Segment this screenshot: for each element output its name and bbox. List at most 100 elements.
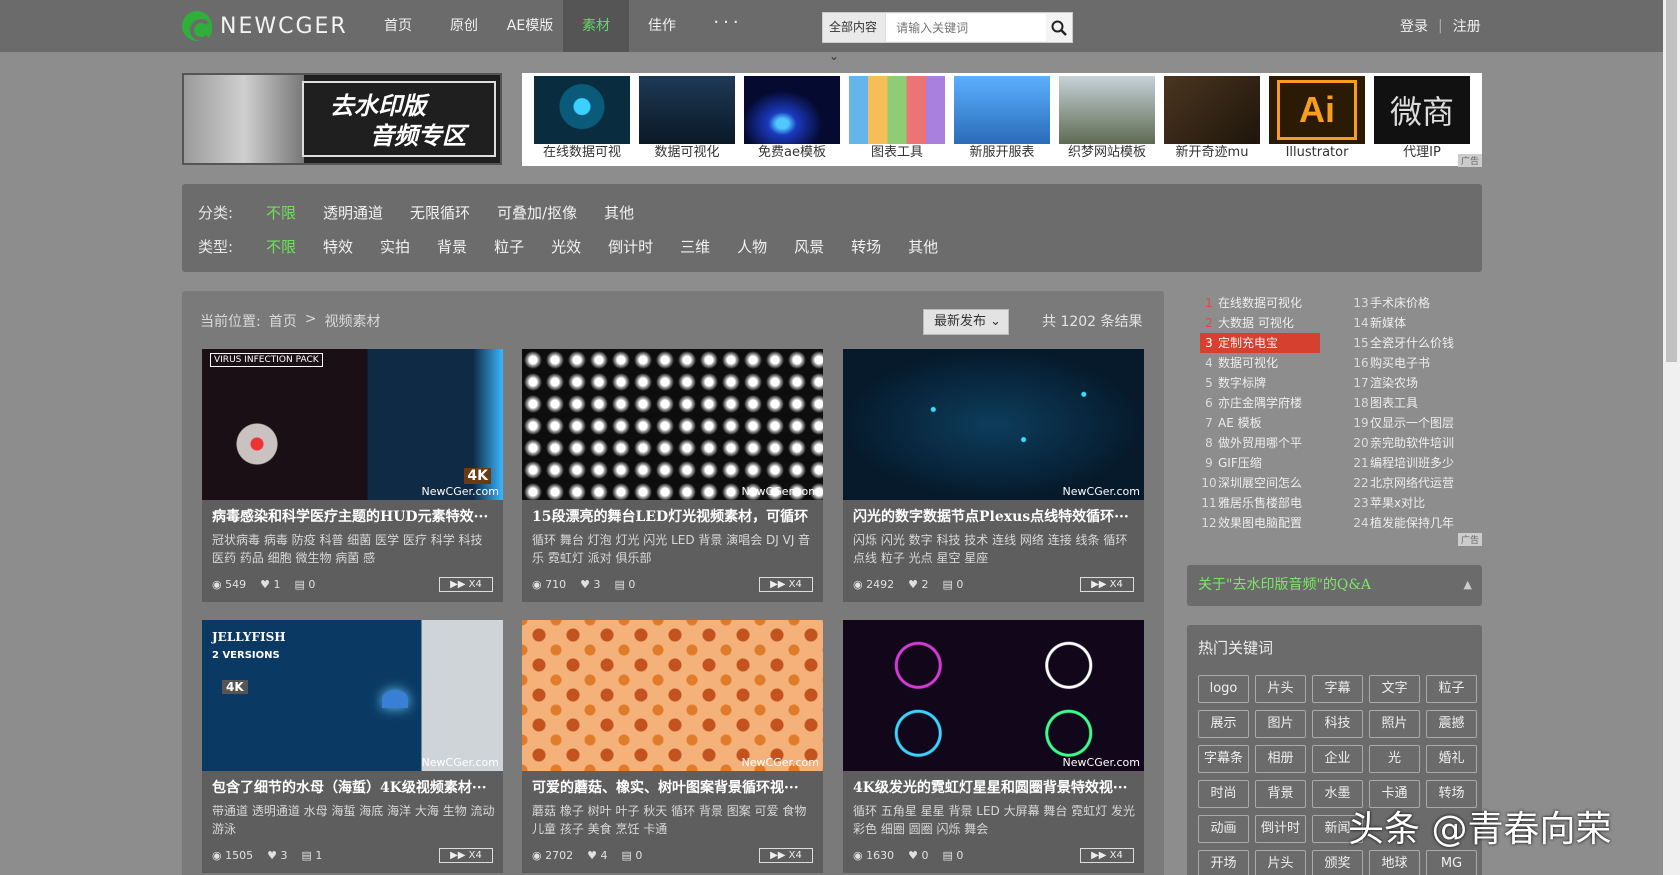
preview-button[interactable]: ▶▶ X4: [759, 577, 813, 592]
card-thumbnail[interactable]: NewCGer.com: [522, 620, 823, 771]
ranking-item[interactable]: 1 在线数据可视化: [1200, 293, 1320, 313]
nav-home[interactable]: 首页: [365, 0, 431, 52]
ad-item[interactable]: 微商 代理IP: [1374, 76, 1470, 164]
keyword-tag[interactable]: 粒子: [1426, 675, 1477, 703]
ranking-item[interactable]: 8 做外贸用哪个平: [1200, 433, 1320, 453]
keyword-tag[interactable]: 婚礼: [1426, 745, 1477, 773]
ad-item[interactable]: Ai Illustrator: [1269, 76, 1365, 164]
card-thumbnail[interactable]: VIRUS INFECTION PACK 4K NewCGer.com: [202, 349, 503, 500]
card-title[interactable]: 闪光的数字数据节点Plexus点线特效循环···: [853, 506, 1138, 526]
ranking-item[interactable]: 18图表工具: [1352, 393, 1472, 413]
ranking-item[interactable]: 11雅居乐售楼部电: [1200, 493, 1320, 513]
updown-arrows-icon[interactable]: ▲: [1464, 575, 1472, 595]
nav-ae-templates[interactable]: AE模版: [497, 0, 563, 52]
video-card[interactable]: NewCGer.com 15段漂亮的舞台LED灯光视频素材，可循环 循环 舞台 …: [522, 349, 823, 602]
video-card[interactable]: NewCGer.com 闪光的数字数据节点Plexus点线特效循环··· 闪烁 …: [843, 349, 1144, 602]
keyword-tag[interactable]: 展示: [1198, 710, 1249, 738]
keyword-tag[interactable]: 科技: [1312, 710, 1363, 738]
ranking-item[interactable]: 20亲完助软件培训: [1352, 433, 1472, 453]
search-scope-select[interactable]: 全部内容 ⌄: [823, 13, 887, 63]
keyword-tag[interactable]: 字幕: [1312, 675, 1363, 703]
register-link[interactable]: 注册: [1453, 16, 1481, 36]
type-option[interactable]: 其他: [908, 236, 938, 256]
category-option[interactable]: 其他: [604, 202, 634, 222]
ranking-item[interactable]: 12效果图电脑配置: [1200, 513, 1320, 533]
ad-item[interactable]: 织梦网站模板: [1059, 76, 1155, 164]
keyword-tag[interactable]: 震撼: [1426, 710, 1477, 738]
nav-showcase[interactable]: 佳作: [629, 0, 695, 52]
nav-original[interactable]: 原创: [431, 0, 497, 52]
keyword-tag[interactable]: 字幕条: [1198, 745, 1249, 773]
keyword-tag[interactable]: 光: [1369, 745, 1420, 773]
ranking-item[interactable]: 4 数据可视化: [1200, 353, 1320, 373]
ranking-item[interactable]: 22北京网络代运营: [1352, 473, 1472, 493]
type-option[interactable]: 转场: [851, 236, 881, 256]
card-title[interactable]: 4K级发光的霓虹灯星星和圆圈背景特效视···: [853, 777, 1138, 797]
type-option[interactable]: 粒子: [494, 236, 524, 256]
preview-button[interactable]: ▶▶ X4: [439, 577, 493, 592]
ad-item[interactable]: 在线数据可视: [534, 76, 630, 164]
type-option[interactable]: 光效: [551, 236, 581, 256]
keyword-tag[interactable]: 相册: [1255, 745, 1306, 773]
ranking-item[interactable]: 17渲染农场: [1352, 373, 1472, 393]
ranking-item[interactable]: 14新媒体: [1352, 313, 1472, 333]
ad-item[interactable]: 数据可视化: [639, 76, 735, 164]
video-card[interactable]: JELLYFISH 2 VERSIONS 4K NewCGer.com 包含了细…: [202, 620, 503, 873]
card-thumbnail[interactable]: NewCGer.com: [843, 349, 1144, 500]
category-option[interactable]: 不限: [266, 202, 296, 222]
ranking-item[interactable]: 13手术床价格: [1352, 293, 1472, 313]
keyword-tag[interactable]: 颁奖: [1312, 850, 1363, 875]
type-option[interactable]: 风景: [794, 236, 824, 256]
type-option[interactable]: 三维: [680, 236, 710, 256]
login-link[interactable]: 登录: [1400, 16, 1428, 36]
category-option[interactable]: 无限循环: [410, 202, 470, 222]
nav-more-button[interactable]: ···: [695, 0, 761, 52]
qa-link-bar[interactable]: 关于"去水印版音频"的Q&A ▲: [1187, 565, 1482, 606]
keyword-tag[interactable]: 动画: [1198, 815, 1249, 843]
video-card[interactable]: NewCGer.com 可爱的蘑菇、橡实、树叶图案背景循环视··· 蘑菇 橡子 …: [522, 620, 823, 873]
video-card[interactable]: VIRUS INFECTION PACK 4K NewCGer.com 病毒感染…: [202, 349, 503, 602]
page-scrollbar[interactable]: [1663, 0, 1680, 875]
ranking-item[interactable]: 23苹果x对比: [1352, 493, 1472, 513]
type-option[interactable]: 人物: [737, 236, 767, 256]
keyword-tag[interactable]: 时尚: [1198, 780, 1249, 808]
ad-item[interactable]: 图表工具: [849, 76, 945, 164]
ranking-item[interactable]: 7 AE 模板: [1200, 413, 1320, 433]
preview-button[interactable]: ▶▶ X4: [1080, 577, 1134, 592]
keyword-tag[interactable]: 图片: [1255, 710, 1306, 738]
keyword-tag[interactable]: 倒计时: [1255, 815, 1306, 843]
ranking-item[interactable]: 21编程培训班多少: [1352, 453, 1472, 473]
category-option[interactable]: 可叠加/抠像: [497, 202, 577, 222]
type-option[interactable]: 特效: [323, 236, 353, 256]
ranking-item[interactable]: 19仅显示一个图层: [1352, 413, 1472, 433]
card-thumbnail[interactable]: NewCGer.com: [522, 349, 823, 500]
keyword-tag[interactable]: 开场: [1198, 850, 1249, 875]
card-title[interactable]: 病毒感染和科学医疗主题的HUD元素特效···: [212, 506, 497, 526]
card-thumbnail[interactable]: JELLYFISH 2 VERSIONS 4K NewCGer.com: [202, 620, 503, 771]
ranking-item[interactable]: 15全瓷牙什么价钱: [1352, 333, 1472, 353]
ranking-item[interactable]: 16购买电子书: [1352, 353, 1472, 373]
card-title[interactable]: 可爱的蘑菇、橡实、树叶图案背景循环视···: [532, 777, 817, 797]
ranking-item[interactable]: 9 GIF压缩: [1200, 453, 1320, 473]
site-logo[interactable]: NEWCGER: [182, 10, 348, 42]
type-option[interactable]: 不限: [266, 236, 296, 256]
search-input[interactable]: [886, 14, 1047, 41]
ad-item[interactable]: 新服开服表: [954, 76, 1050, 164]
keyword-tag[interactable]: 片头: [1255, 850, 1306, 875]
card-title[interactable]: 包含了细节的水母（海蜇）4K级视频素材···: [212, 777, 497, 797]
ranking-item[interactable]: 6 亦庄金隅学府楼: [1200, 393, 1320, 413]
sort-select[interactable]: 最新发布 ⌄: [923, 309, 1009, 335]
card-title[interactable]: 15段漂亮的舞台LED灯光视频素材，可循环: [532, 506, 817, 526]
ad-item[interactable]: 新开奇迹mu: [1164, 76, 1260, 164]
card-thumbnail[interactable]: NewCGer.com: [843, 620, 1144, 771]
keyword-tag[interactable]: MG: [1426, 850, 1477, 875]
keyword-tag[interactable]: logo: [1198, 675, 1249, 703]
keyword-tag[interactable]: 片头: [1255, 675, 1306, 703]
ranking-item[interactable]: 2 大数据 可视化: [1200, 313, 1320, 333]
category-option[interactable]: 透明通道: [323, 202, 383, 222]
ranking-item[interactable]: 5 数字标牌: [1200, 373, 1320, 393]
preview-button[interactable]: ▶▶ X4: [439, 848, 493, 863]
type-option[interactable]: 实拍: [380, 236, 410, 256]
breadcrumb-home[interactable]: 首页: [269, 311, 297, 331]
search-button[interactable]: [1046, 13, 1072, 42]
